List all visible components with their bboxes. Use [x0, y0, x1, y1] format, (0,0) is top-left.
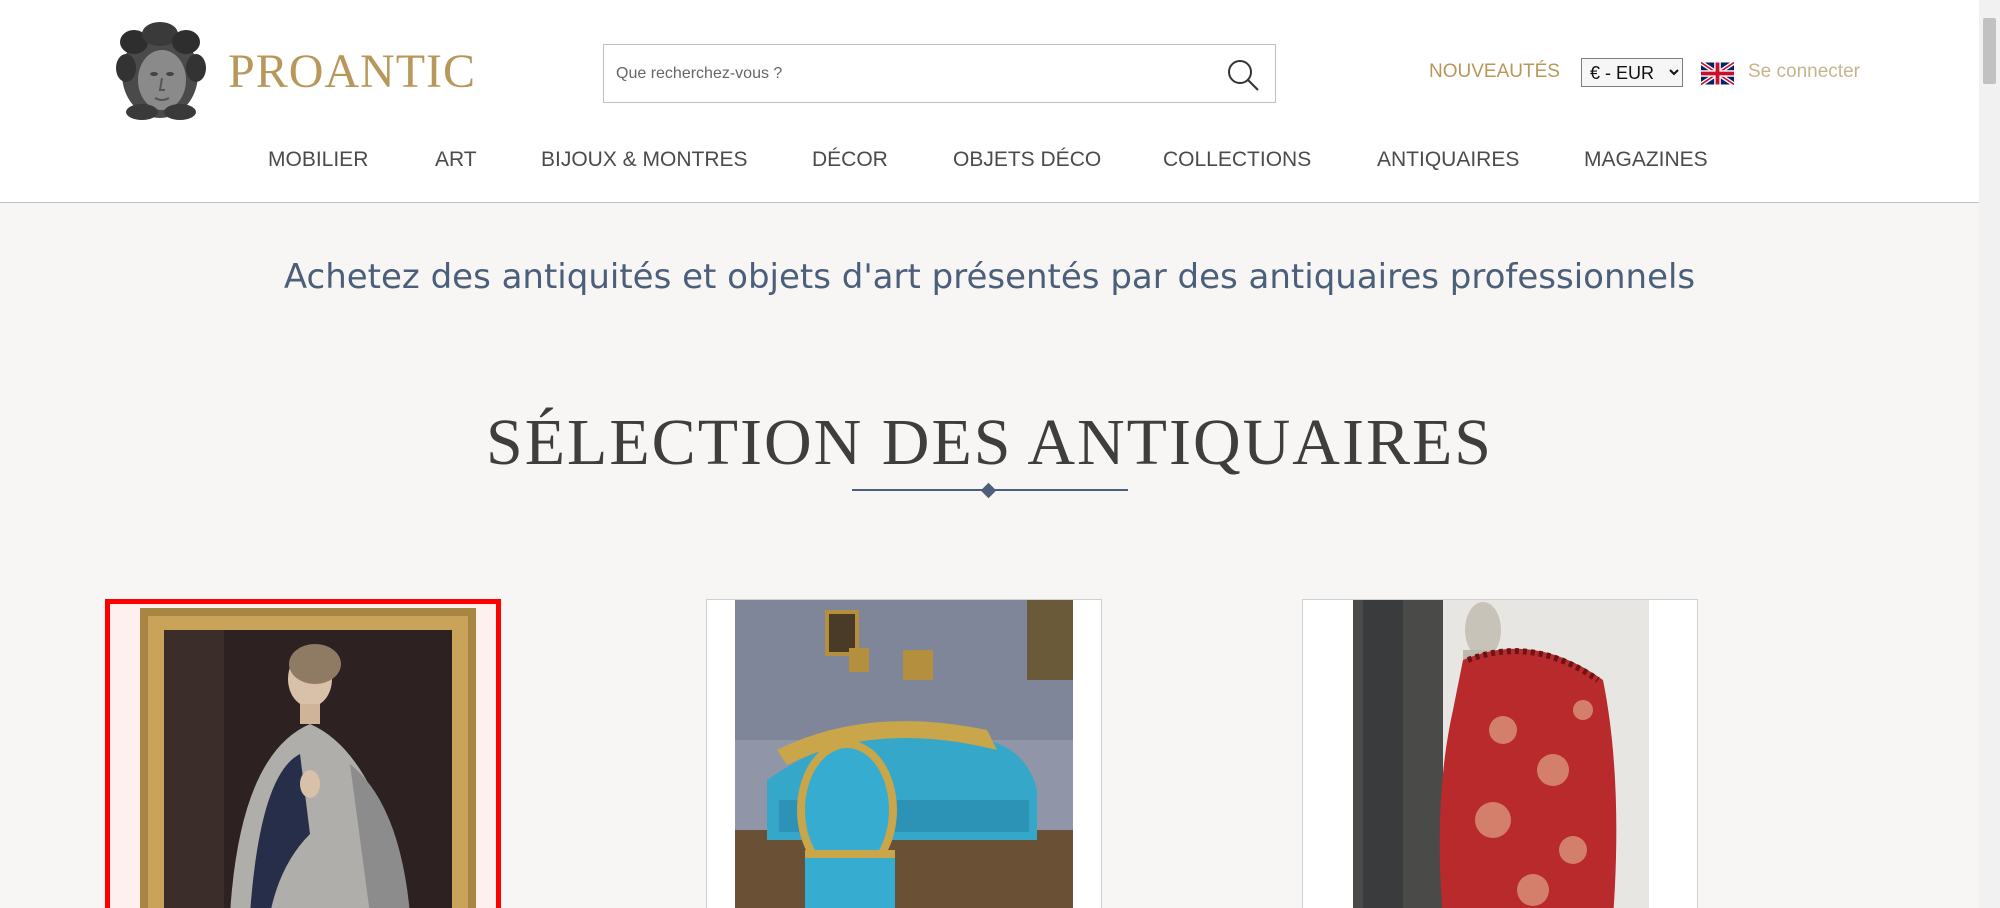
nav-item-bijoux-montres[interactable]: BIJOUX & MONTRES: [541, 148, 748, 172]
red-textile-image: [1303, 600, 1697, 908]
portrait-painting-image: [110, 604, 496, 908]
nav-item-magazines[interactable]: MAGAZINES: [1584, 148, 1708, 172]
product-card-portrait[interactable]: [105, 599, 501, 908]
site-header: PROANTIC NOUVEAUTÉS € - EUR Se connecter…: [0, 0, 1979, 203]
uk-flag-icon[interactable]: [1701, 61, 1734, 86]
login-link[interactable]: Se connecter: [1748, 61, 1860, 83]
main-nav: MOBILIER ART BIJOUX & MONTRES DÉCOR OBJE…: [0, 148, 1979, 178]
nav-item-collections[interactable]: COLLECTIONS: [1163, 148, 1311, 172]
search-box: [603, 44, 1276, 103]
title-divider-diamond: [980, 482, 997, 499]
tagline: Achetez des antiquités et objets d'art p…: [283, 257, 1696, 297]
nav-item-mobilier[interactable]: MOBILIER: [268, 148, 368, 172]
section-title: SÉLECTION DES ANTIQUAIRES: [486, 406, 1493, 479]
nav-item-art[interactable]: ART: [435, 148, 477, 172]
logo-head-icon: [116, 22, 206, 120]
scrollbar-thumb[interactable]: [1983, 18, 1996, 84]
currency-select[interactable]: € - EUR: [1581, 58, 1683, 87]
logo-link[interactable]: PROANTIC: [112, 20, 476, 122]
product-card-sofa[interactable]: [706, 599, 1102, 908]
product-card-textile[interactable]: [1302, 599, 1698, 908]
logo-text: PROANTIC: [228, 44, 477, 98]
nav-item-decor[interactable]: DÉCOR: [812, 148, 888, 172]
search-icon[interactable]: [1225, 57, 1261, 93]
nav-item-objets-deco[interactable]: OBJETS DÉCO: [953, 148, 1101, 172]
search-input[interactable]: [604, 45, 1204, 102]
page-scrollbar[interactable]: [1979, 0, 2000, 908]
nav-item-antiquaires[interactable]: ANTIQUAIRES: [1377, 148, 1519, 172]
new-items-link[interactable]: NOUVEAUTÉS: [1429, 61, 1560, 83]
blue-sofa-image: [707, 600, 1101, 908]
